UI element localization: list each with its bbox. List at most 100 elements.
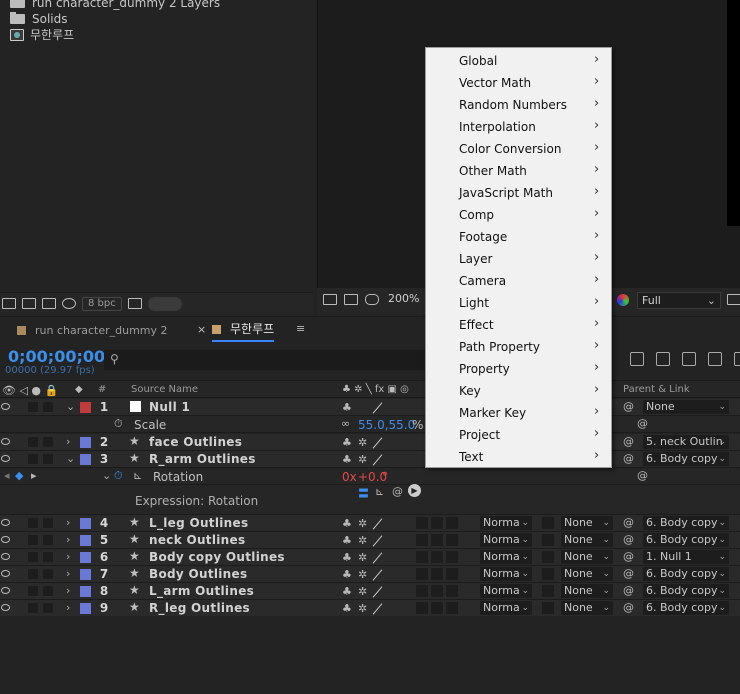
parent-select[interactable]: None ⌄ <box>643 400 729 414</box>
pick-whip-icon[interactable]: @ <box>623 567 634 580</box>
chevron-right-icon[interactable]: › <box>66 584 70 597</box>
chevron-right-icon[interactable]: › <box>66 516 70 529</box>
layer-name[interactable]: face Outlines <box>149 435 242 449</box>
menu-item[interactable]: Effect › <box>426 314 611 336</box>
parent-select[interactable]: 5. neck Outlin ⌄ <box>643 435 729 449</box>
solo-switch[interactable] <box>28 437 38 447</box>
solo-switch[interactable] <box>28 552 38 562</box>
menu-item[interactable]: Layer › <box>426 248 611 270</box>
menu-item[interactable]: Project › <box>426 424 611 446</box>
layer-name[interactable]: Body Outlines <box>149 567 247 581</box>
lock-switch[interactable] <box>43 603 53 613</box>
solo-switch[interactable] <box>28 603 38 613</box>
chevron-right-icon[interactable]: › <box>66 435 70 448</box>
label-color-swatch[interactable] <box>80 569 91 580</box>
channel-icon[interactable] <box>617 294 629 306</box>
motion-blur-switch[interactable] <box>446 534 458 546</box>
quality-switch-icon[interactable] <box>372 535 383 546</box>
mask-icon[interactable] <box>365 294 379 305</box>
menu-item[interactable]: Footage › <box>426 226 611 248</box>
motion-blur-switch[interactable] <box>446 551 458 563</box>
eye-icon[interactable] <box>1 455 10 462</box>
layer-name[interactable]: L_arm Outlines <box>149 584 254 598</box>
bit-depth-button[interactable]: 8 bpc <box>82 296 122 311</box>
shy-switch-icon[interactable]: ♣ <box>342 453 352 466</box>
chevron-right-icon[interactable]: › <box>66 567 70 580</box>
audio-switch[interactable] <box>14 518 24 528</box>
expand-arrow-icon[interactable] <box>0 0 6 30</box>
eye-icon[interactable] <box>1 570 10 577</box>
prev-keyframe-icon[interactable]: ◂ <box>4 469 10 482</box>
blend-mode-select[interactable]: Norma ⌄ <box>480 567 532 581</box>
eye-icon[interactable] <box>1 536 10 543</box>
chevron-down-icon[interactable]: ⌄ <box>102 469 111 482</box>
draft-3d-icon[interactable] <box>656 352 670 366</box>
layer-name[interactable]: Null 1 <box>149 400 190 414</box>
fx-switch[interactable] <box>416 585 428 597</box>
solo-switch[interactable] <box>28 569 38 579</box>
constrain-proportions-icon[interactable]: ∞ <box>341 417 350 430</box>
audio-switch[interactable] <box>14 586 24 596</box>
parent-select[interactable]: 6. Body copy ⌄ <box>643 601 729 615</box>
motion-blur-switch[interactable] <box>446 568 458 580</box>
comp-flowchart-icon[interactable] <box>630 352 644 366</box>
lock-switch[interactable] <box>43 518 53 528</box>
parent-select[interactable]: 1. Null 1 ⌄ <box>643 550 729 564</box>
audio-switch[interactable] <box>14 535 24 545</box>
shy-switch-icon[interactable]: ♣ <box>342 568 352 581</box>
collapse-switch-icon[interactable]: ✲ <box>358 453 367 466</box>
trash-icon[interactable] <box>127 298 142 309</box>
pick-whip-icon[interactable]: @ <box>623 452 634 465</box>
chevron-right-icon[interactable]: › <box>66 533 70 546</box>
motion-blur-icon[interactable] <box>708 352 722 366</box>
solo-switch[interactable] <box>28 535 38 545</box>
pick-whip-icon[interactable]: @ <box>637 469 648 482</box>
collapse-switch-icon[interactable]: ✲ <box>358 602 367 615</box>
quality-switch-icon[interactable] <box>372 402 383 413</box>
menu-item[interactable]: Camera › <box>426 270 611 292</box>
frame-blend-switch[interactable] <box>431 534 443 546</box>
region-of-interest-icon[interactable] <box>727 294 740 305</box>
current-timecode[interactable]: 0;00;00;00 <box>8 347 105 366</box>
menu-item[interactable]: Other Math › <box>426 160 611 182</box>
tab-run-character[interactable]: run character_dummy 2 <box>17 324 168 337</box>
panel-menu-icon[interactable]: ≡ <box>296 322 305 335</box>
menu-item[interactable]: Marker Key › <box>426 402 611 424</box>
preserve-transparency-switch[interactable] <box>542 602 554 614</box>
chevron-right-icon[interactable]: › <box>66 550 70 563</box>
label-color-swatch[interactable] <box>80 535 91 546</box>
collapse-switch-icon[interactable]: ✲ <box>358 585 367 598</box>
pick-whip-icon[interactable]: @ <box>623 516 634 529</box>
audio-switch[interactable] <box>14 437 24 447</box>
shy-switch-icon[interactable]: ♣ <box>342 551 352 564</box>
menu-item[interactable]: Key › <box>426 380 611 402</box>
motion-blur-switch[interactable] <box>446 602 458 614</box>
menu-item[interactable]: Comp › <box>426 204 611 226</box>
collapse-switch-icon[interactable]: ✲ <box>358 551 367 564</box>
shy-switch-icon[interactable]: ♣ <box>342 436 352 449</box>
chevron-down-icon[interactable]: ⌄ <box>66 452 75 465</box>
project-settings-icon[interactable] <box>62 298 76 309</box>
parent-select[interactable]: 6. Body copy ⌄ <box>643 567 729 581</box>
preserve-transparency-switch[interactable] <box>542 534 554 546</box>
expression-language-menu-icon[interactable]: ▶ <box>408 484 421 497</box>
expression-enable-icon[interactable]: 〓 <box>358 485 369 501</box>
fx-switch[interactable] <box>416 602 428 614</box>
pick-whip-icon[interactable]: @ <box>623 400 634 413</box>
track-matte-select[interactable]: None ⌄ <box>561 584 613 598</box>
pick-whip-icon[interactable]: @ <box>623 435 634 448</box>
pick-whip-icon[interactable]: @ <box>623 550 634 563</box>
fx-switch[interactable] <box>416 568 428 580</box>
menu-item[interactable]: Text › <box>426 446 611 468</box>
expression-graph-icon[interactable]: ⊾ <box>375 485 384 498</box>
eye-icon[interactable] <box>1 403 10 410</box>
interpret-footage-icon[interactable] <box>2 298 16 309</box>
track-matte-select[interactable]: None ⌄ <box>561 516 613 530</box>
label-color-swatch[interactable] <box>80 586 91 597</box>
lock-switch[interactable] <box>43 437 53 447</box>
solo-switch[interactable] <box>28 402 38 412</box>
solo-switch[interactable] <box>28 518 38 528</box>
stopwatch-icon[interactable]: ⏱ <box>114 417 123 431</box>
menu-item[interactable]: Color Conversion › <box>426 138 611 160</box>
shy-switch-icon[interactable]: ♣ <box>342 517 352 530</box>
